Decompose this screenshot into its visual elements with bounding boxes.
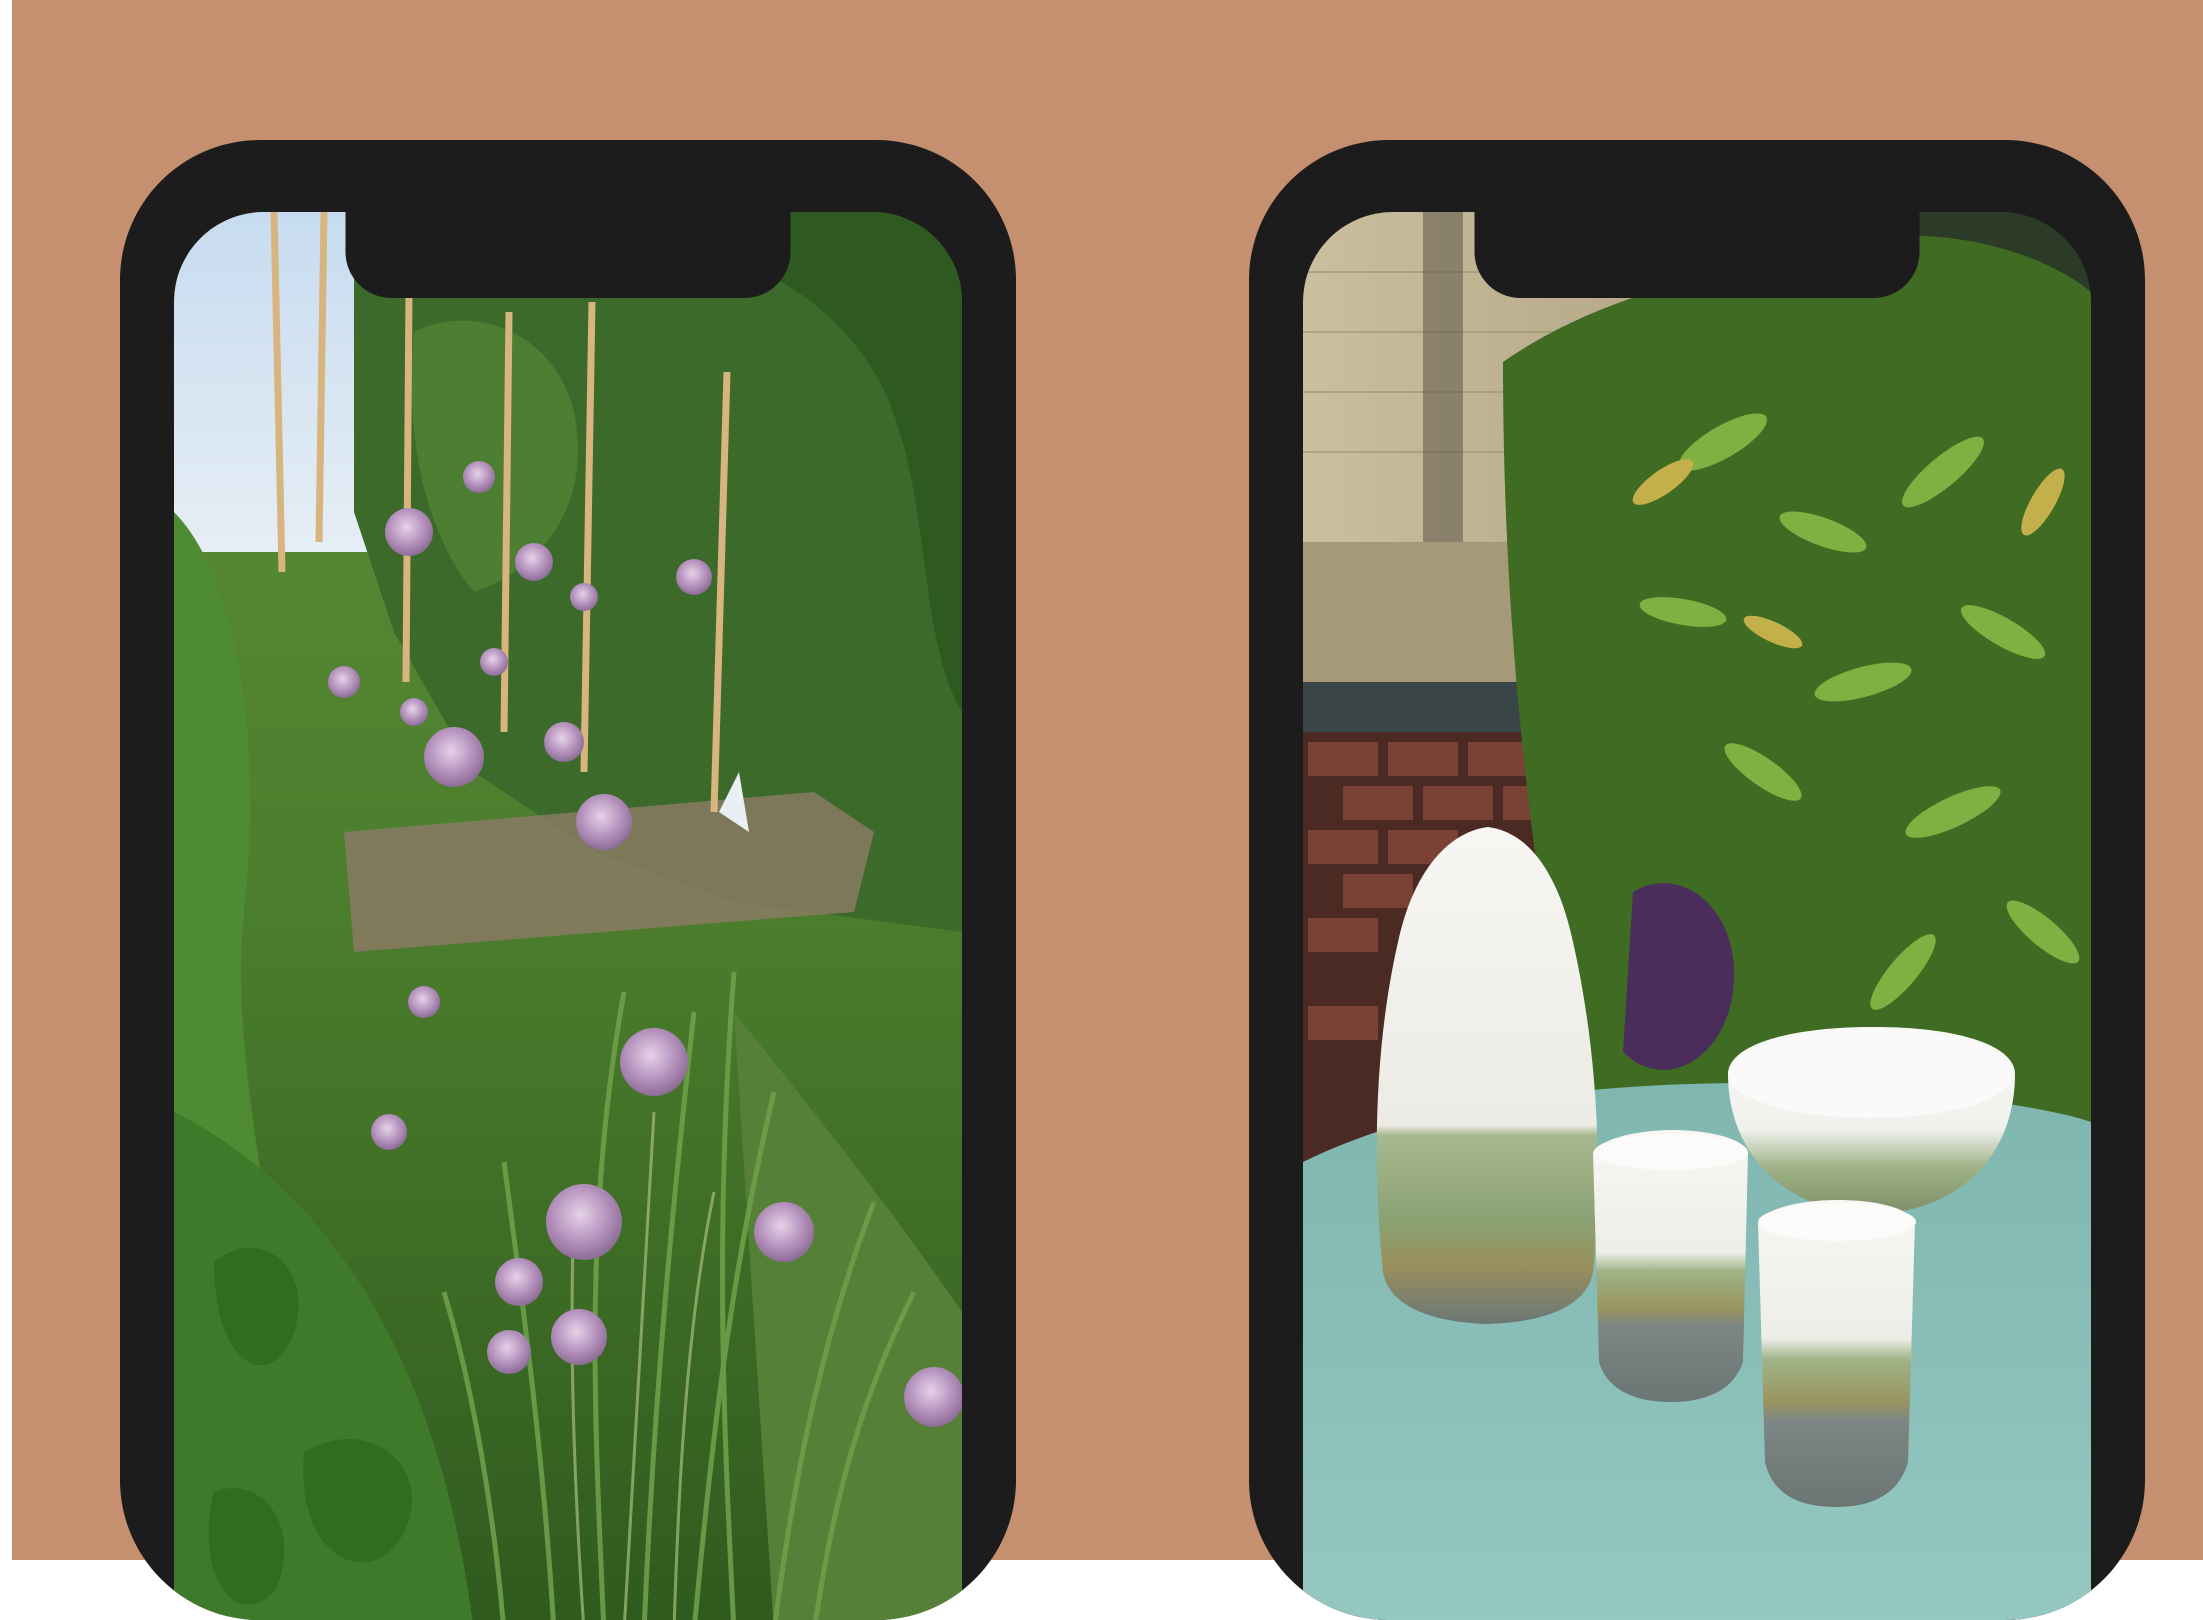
garden-chive-flowers-photo bbox=[174, 212, 962, 1620]
phone-screen-left bbox=[174, 212, 962, 1620]
background-panel bbox=[12, 0, 2203, 1620]
phone-mockup-right bbox=[1249, 140, 2145, 1620]
phone-notch-right bbox=[1474, 212, 1920, 298]
phone-mockup-left bbox=[120, 140, 1016, 1620]
phone-screen-right bbox=[1303, 212, 2091, 1620]
phone-notch-left bbox=[345, 212, 791, 298]
mockup-canvas bbox=[0, 0, 2203, 1620]
ceramic-vase-bowl-cups-photo bbox=[1303, 212, 2091, 1620]
